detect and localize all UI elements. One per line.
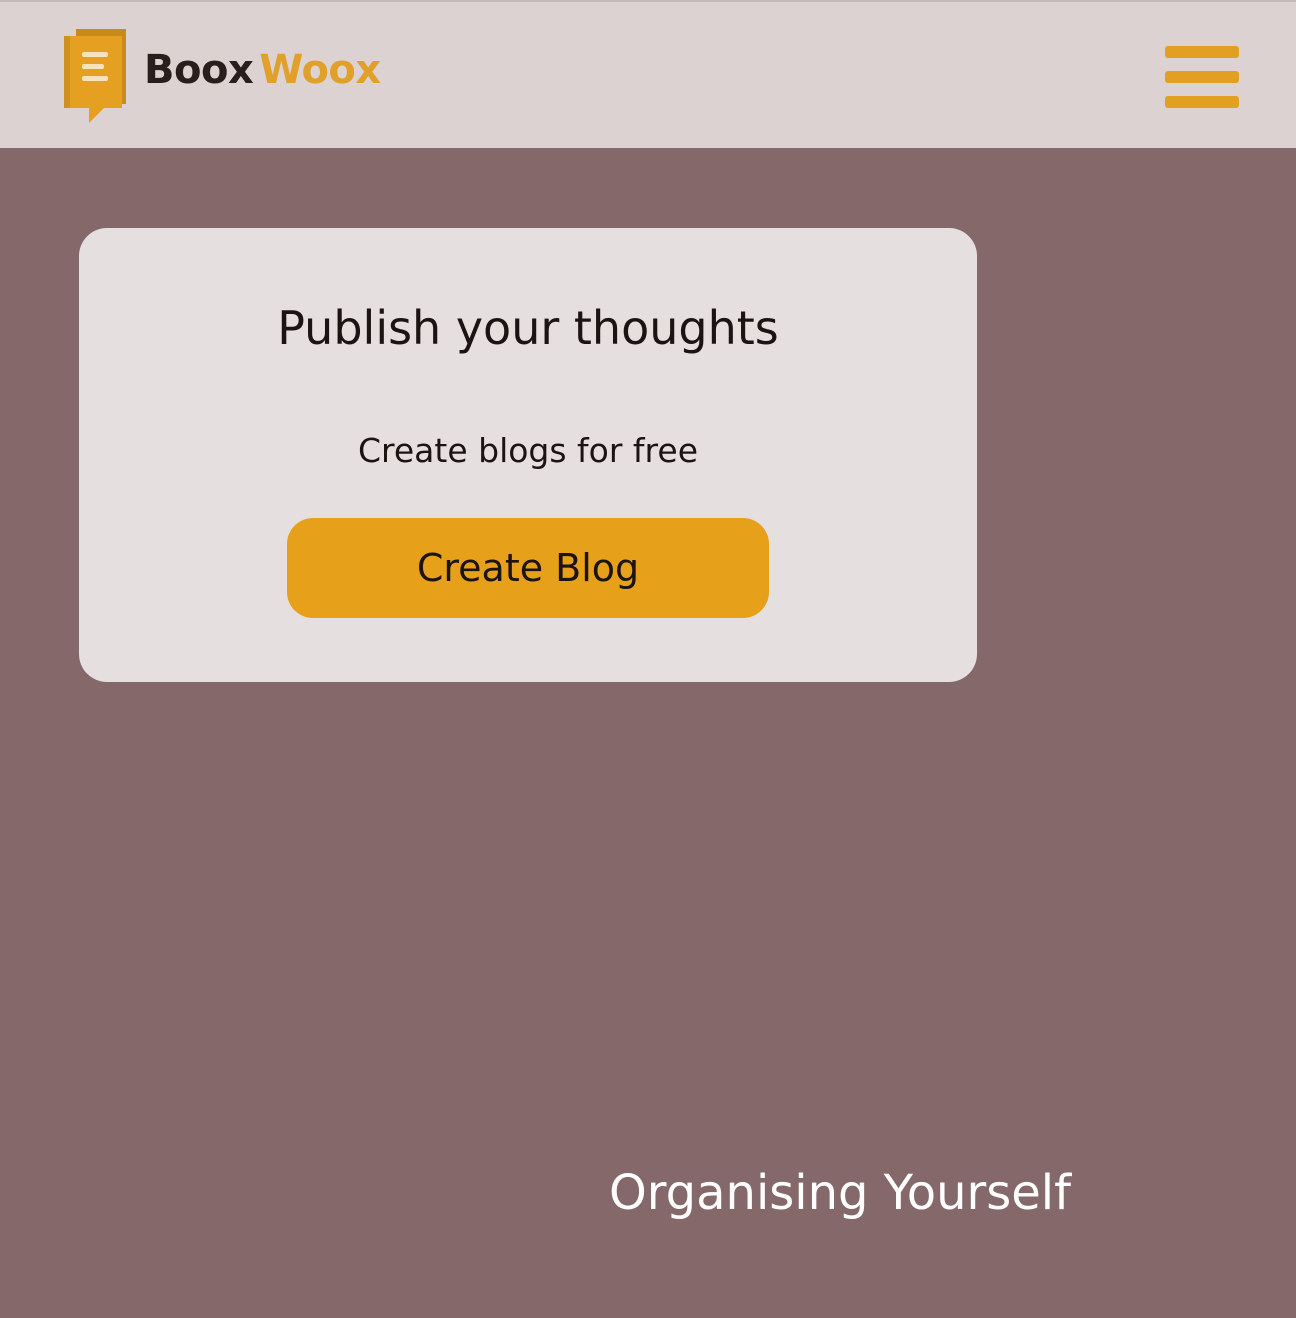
- hamburger-bar-middle: [1165, 71, 1239, 83]
- book-chat-icon: [64, 29, 126, 123]
- hero-subtitle: Create blogs for free: [357, 431, 698, 470]
- brand-word-woox: Woox: [259, 47, 381, 93]
- hamburger-bar-bottom: [1165, 96, 1239, 108]
- create-blog-button[interactable]: Create Blog: [287, 518, 769, 618]
- hamburger-bar-top: [1165, 46, 1239, 58]
- hamburger-menu-button[interactable]: [1164, 46, 1240, 110]
- section-heading: Organising Yourself: [608, 1165, 1072, 1221]
- hero-title: Publish your thoughts: [277, 301, 779, 355]
- brand-name: Boox Woox: [144, 42, 381, 98]
- site-header: Boox Woox: [0, 2, 1296, 148]
- brand-logo-link[interactable]: Boox Woox: [62, 26, 402, 126]
- brand-word-boox: Boox: [144, 47, 254, 93]
